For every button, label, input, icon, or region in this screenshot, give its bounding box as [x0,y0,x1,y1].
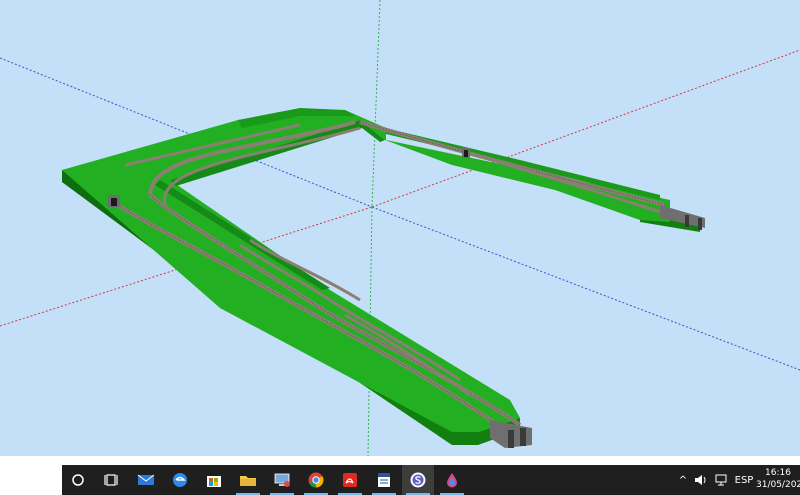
pdf-icon [343,473,357,487]
tunnel-opening-right [464,150,468,157]
paint-app-button[interactable] [436,465,468,495]
network-icon [715,474,727,486]
chrome-button[interactable] [300,465,332,495]
track-right-1 [359,120,666,207]
track-right-2 [465,150,661,214]
language-indicator[interactable]: ESP [732,465,756,495]
model-canvas[interactable] [0,0,800,456]
mail-icon [137,474,155,485]
circle-icon [72,474,84,486]
chevron-up-icon: ^ [678,474,688,486]
folder-icon [240,476,256,486]
track-end-front-post-1 [508,430,514,448]
edge-icon [173,473,187,487]
sketchup-button[interactable] [402,465,434,495]
mail-button[interactable] [130,465,162,495]
start-button[interactable] [62,465,94,495]
document-icon [378,473,390,487]
volume-button[interactable] [692,465,710,495]
blue-axis-negative [371,206,800,371]
clock[interactable]: 16:16 31/05/2020 [756,467,800,493]
green-axis [371,0,381,208]
clock-time: 16:16 [765,468,791,478]
drop-icon [447,473,457,488]
document-app-button[interactable] [368,465,400,495]
track-end-right-post-1 [685,215,689,227]
store-icon [207,476,221,487]
track-end-right-post-2 [698,218,702,230]
device-manager-button[interactable] [266,465,298,495]
speaker-icon [695,475,706,485]
edge-button[interactable] [164,465,196,495]
tray-expand-button[interactable]: ^ [676,465,690,495]
chrome-icon [308,472,324,488]
tunnel-opening-left [111,198,117,206]
store-button[interactable] [198,465,230,495]
network-button[interactable] [712,465,730,495]
acrobat-button[interactable] [334,465,366,495]
taskbar: ^ ESP 16:16 31/05/2020 [62,465,800,495]
clock-date: 31/05/2020 [756,480,800,490]
status-area [0,456,800,465]
language-label: ESP [734,474,754,486]
track-end-front-post-2 [520,428,526,446]
right-wall [385,128,660,200]
task-view-icon [104,474,118,486]
task-view-button[interactable] [96,465,128,495]
sketchup-viewport[interactable] [0,0,800,456]
file-explorer-button[interactable] [232,465,264,495]
sketchup-icon [410,472,426,488]
computer-icon [274,473,290,487]
